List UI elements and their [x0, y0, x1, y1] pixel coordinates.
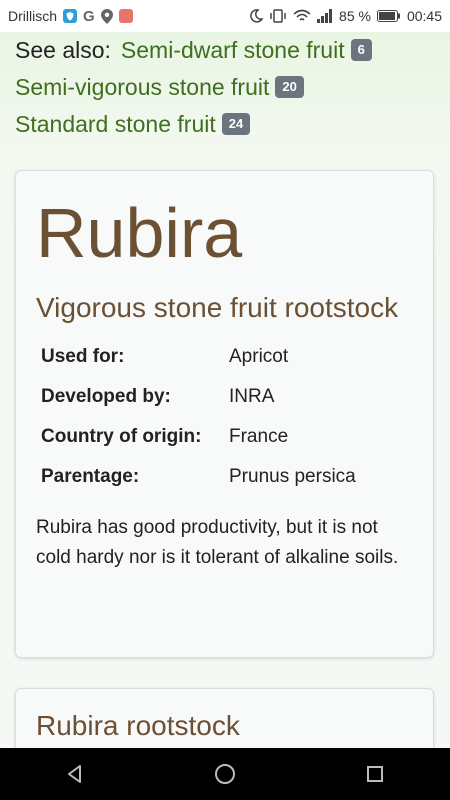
see-also-section: See also: Semi-dwarf stone fruit 6 Semi-vi… [0, 32, 450, 143]
rootstock-card-2: Rubira rootstock [15, 688, 434, 748]
back-icon[interactable] [55, 754, 95, 794]
count-badge: 20 [275, 75, 304, 98]
vibrate-icon [269, 9, 287, 23]
status-left: Drillisch G [8, 8, 133, 25]
spec-key: Developed by: [41, 386, 171, 407]
home-icon[interactable] [205, 754, 245, 794]
shield-icon [63, 9, 77, 23]
signal-icon [317, 9, 333, 23]
spec-value: Apricot [229, 346, 289, 367]
link-standard-label: Standard stone fruit [15, 111, 216, 137]
recents-icon[interactable] [355, 754, 395, 794]
table-row: Parentage: Prunus persica [36, 457, 413, 497]
status-right: 85 % 00:45 [249, 8, 442, 24]
carrier-name: Drillisch [8, 8, 57, 24]
table-row: Country of origin: France [36, 417, 413, 457]
wifi-icon [293, 9, 311, 23]
spec-key: Country of origin: [41, 426, 202, 447]
navigation-bar [0, 748, 450, 800]
spec-key: Used for: [41, 346, 125, 367]
moon-icon [249, 9, 264, 23]
rootstock-card: Rubira Vigorous stone fruit rootstock Us… [15, 170, 434, 658]
specs-table: Used for: Apricot Developed by: INRA Cou… [36, 337, 413, 497]
spec-value: INRA [229, 386, 275, 407]
spec-key: Parentage: [41, 466, 140, 487]
link-semi-dwarf-label: Semi-dwarf stone fruit [120, 37, 345, 63]
status-bar: Drillisch G 85 % 00:45 [0, 0, 450, 32]
google-icon: G [83, 7, 95, 25]
battery-icon [376, 10, 401, 22]
count-badge: 24 [221, 112, 251, 135]
link-standard[interactable]: Standard stone fruit [15, 111, 216, 137]
app-icon [118, 9, 133, 23]
count-badge: 6 [350, 38, 372, 61]
battery-percent: 85 % [339, 8, 371, 24]
table-row: Used for: Apricot [36, 337, 413, 377]
card2-title: Rubira rootstock [36, 710, 240, 741]
spec-value: Prunus persica [229, 466, 356, 487]
card-description: Rubira has good productivity, but it is … [36, 517, 399, 568]
page-title: Rubira [36, 194, 243, 272]
location-icon [100, 8, 113, 24]
link-semi-vigorous[interactable]: Semi-vigorous stone fruit [15, 74, 269, 100]
card-subtitle: Vigorous stone fruit rootstock [36, 292, 399, 323]
table-row: Developed by: INRA [36, 377, 413, 417]
spec-value: France [229, 426, 289, 447]
link-semi-dwarf[interactable]: Semi-dwarf stone fruit [121, 37, 345, 63]
page-content: See also: Semi-dwarf stone fruit 6 Semi-vi… [0, 32, 450, 748]
link-semi-vigorous-label: Semi-vigorous stone fruit [15, 74, 270, 100]
clock: 00:45 [406, 8, 442, 24]
see-also-label: See also: [15, 37, 111, 63]
